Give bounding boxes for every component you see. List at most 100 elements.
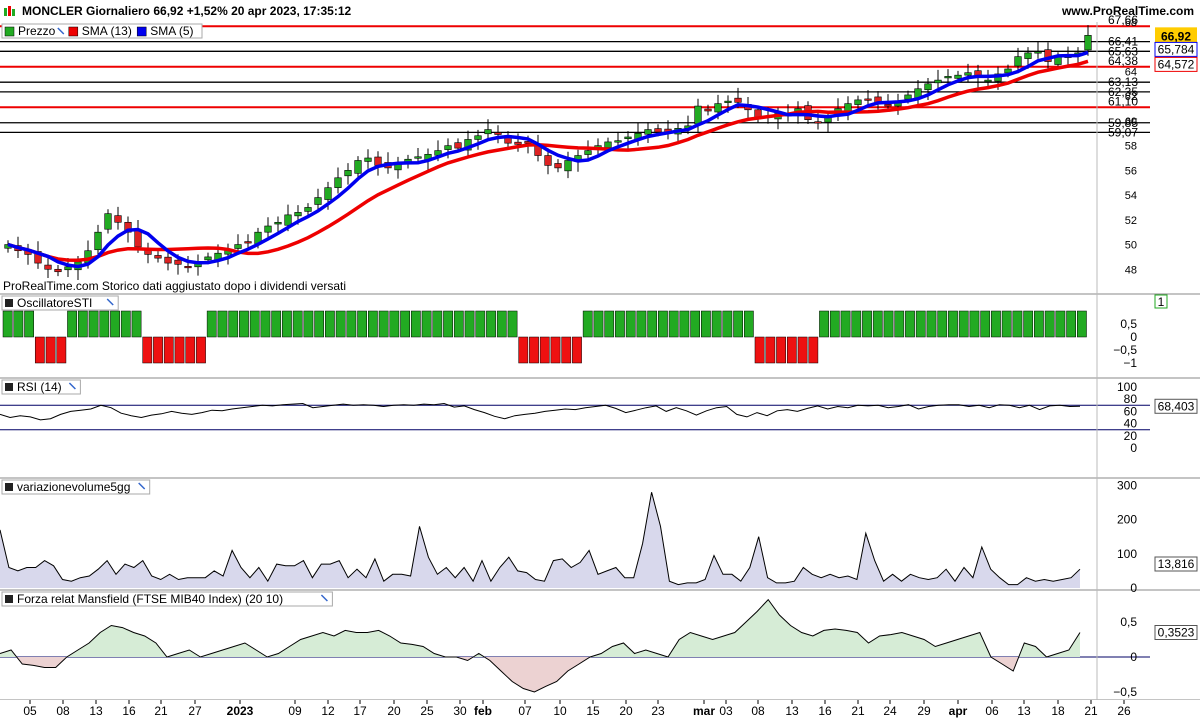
- candle[interactable]: [734, 97, 742, 103]
- candle[interactable]: [344, 170, 352, 177]
- candle[interactable]: [264, 225, 272, 233]
- sti-tick-label: −0,5: [1113, 343, 1137, 357]
- candle[interactable]: [484, 129, 492, 135]
- x-tick-label: 09: [288, 704, 302, 718]
- candle[interactable]: [854, 99, 862, 105]
- candle[interactable]: [884, 104, 892, 107]
- candle[interactable]: [134, 229, 142, 248]
- candle[interactable]: [564, 160, 572, 172]
- candle[interactable]: [934, 79, 942, 84]
- candle[interactable]: [984, 79, 992, 82]
- x-tick-label: 06: [985, 704, 999, 718]
- candle[interactable]: [354, 160, 362, 174]
- candle[interactable]: [654, 128, 662, 133]
- sti-bar: [722, 310, 733, 338]
- candle[interactable]: [604, 141, 612, 148]
- x-tick-label: feb: [474, 704, 492, 718]
- candle[interactable]: [234, 244, 242, 249]
- sti-bar: [690, 310, 701, 338]
- legend-label-2[interactable]: SMA (5): [150, 24, 193, 38]
- price-tick-label: 54: [1125, 190, 1137, 202]
- candle[interactable]: [624, 136, 632, 140]
- candle[interactable]: [514, 141, 522, 145]
- candle[interactable]: [1024, 52, 1032, 59]
- sti-swatch: [5, 299, 13, 307]
- mansfield-title[interactable]: Forza relat Mansfield (FTSE MIB40 Index)…: [17, 592, 283, 606]
- candle[interactable]: [104, 213, 112, 230]
- candle[interactable]: [954, 74, 962, 79]
- candle[interactable]: [414, 156, 422, 159]
- candle[interactable]: [114, 215, 122, 223]
- sti-bar: [432, 310, 443, 338]
- sti-bar: [507, 310, 518, 338]
- rsi-line: [0, 402, 1081, 421]
- candle[interactable]: [244, 241, 252, 244]
- candle[interactable]: [334, 177, 342, 188]
- x-tick-label: 26: [1117, 704, 1131, 718]
- candle[interactable]: [554, 163, 562, 169]
- sti-bar: [701, 310, 711, 338]
- candle[interactable]: [274, 221, 282, 225]
- candle[interactable]: [584, 150, 592, 155]
- sti-bar: [475, 310, 486, 338]
- candle[interactable]: [64, 266, 72, 271]
- candle[interactable]: [694, 105, 702, 125]
- sma5-badge-label: 65,784: [1158, 42, 1195, 56]
- candle[interactable]: [304, 207, 312, 212]
- candle[interactable]: [324, 187, 332, 200]
- legend-swatch: [136, 26, 147, 37]
- candle[interactable]: [294, 212, 302, 217]
- candle[interactable]: [844, 103, 852, 112]
- rsi-title[interactable]: RSI (14): [17, 380, 62, 394]
- candle[interactable]: [474, 135, 482, 140]
- candle[interactable]: [184, 266, 192, 269]
- candle[interactable]: [204, 256, 212, 261]
- candle[interactable]: [714, 103, 722, 113]
- sti-tick-label: 0,5: [1120, 317, 1137, 331]
- chart-canvas[interactable]: 6864626058565452504867,6664,3861,1066,41…: [0, 0, 1200, 720]
- volume-title[interactable]: variazionevolume5gg: [17, 480, 130, 494]
- x-tick-label: 10: [553, 704, 567, 718]
- legend-label-1[interactable]: SMA (13): [82, 24, 132, 38]
- candle[interactable]: [704, 108, 712, 112]
- candle[interactable]: [174, 259, 182, 265]
- sti-bar: [67, 310, 77, 338]
- price-tick-label: 52: [1125, 215, 1137, 227]
- candle[interactable]: [54, 268, 62, 273]
- sti-title[interactable]: OscillatoreSTI: [17, 296, 92, 310]
- mansfield-panel: Forza relat Mansfield (FTSE MIB40 Index)…: [0, 591, 1200, 701]
- candle[interactable]: [644, 129, 652, 135]
- sti-bar: [56, 336, 67, 364]
- candle[interactable]: [614, 140, 622, 143]
- candle[interactable]: [154, 255, 162, 259]
- candle[interactable]: [454, 142, 462, 149]
- sti-bar: [163, 336, 174, 364]
- candle[interactable]: [94, 231, 102, 251]
- candle[interactable]: [964, 72, 972, 76]
- candle[interactable]: [284, 214, 292, 226]
- sti-bar: [969, 310, 980, 338]
- candle[interactable]: [494, 132, 502, 135]
- candle[interactable]: [944, 76, 952, 79]
- mansfield-swatch: [5, 595, 13, 603]
- candle[interactable]: [1014, 56, 1022, 67]
- sti-bar: [604, 310, 615, 338]
- candle[interactable]: [444, 145, 452, 150]
- candle[interactable]: [364, 157, 372, 162]
- candle[interactable]: [924, 83, 932, 91]
- candle[interactable]: [544, 155, 552, 166]
- price-tick-label: 56: [1125, 165, 1137, 177]
- legend-label-0[interactable]: Prezzo: [18, 24, 56, 38]
- sma13-badge-label: 64,572: [1158, 57, 1195, 71]
- price-tick-label: 58: [1125, 141, 1137, 153]
- candle[interactable]: [314, 197, 322, 205]
- candle[interactable]: [1034, 51, 1042, 54]
- candle[interactable]: [164, 256, 172, 264]
- candle[interactable]: [724, 100, 732, 103]
- candle[interactable]: [1084, 35, 1092, 51]
- mansfield-tick-label: −0,5: [1113, 685, 1137, 699]
- candle[interactable]: [814, 121, 822, 124]
- candle[interactable]: [864, 98, 872, 101]
- candle[interactable]: [44, 264, 52, 270]
- candle[interactable]: [904, 94, 912, 100]
